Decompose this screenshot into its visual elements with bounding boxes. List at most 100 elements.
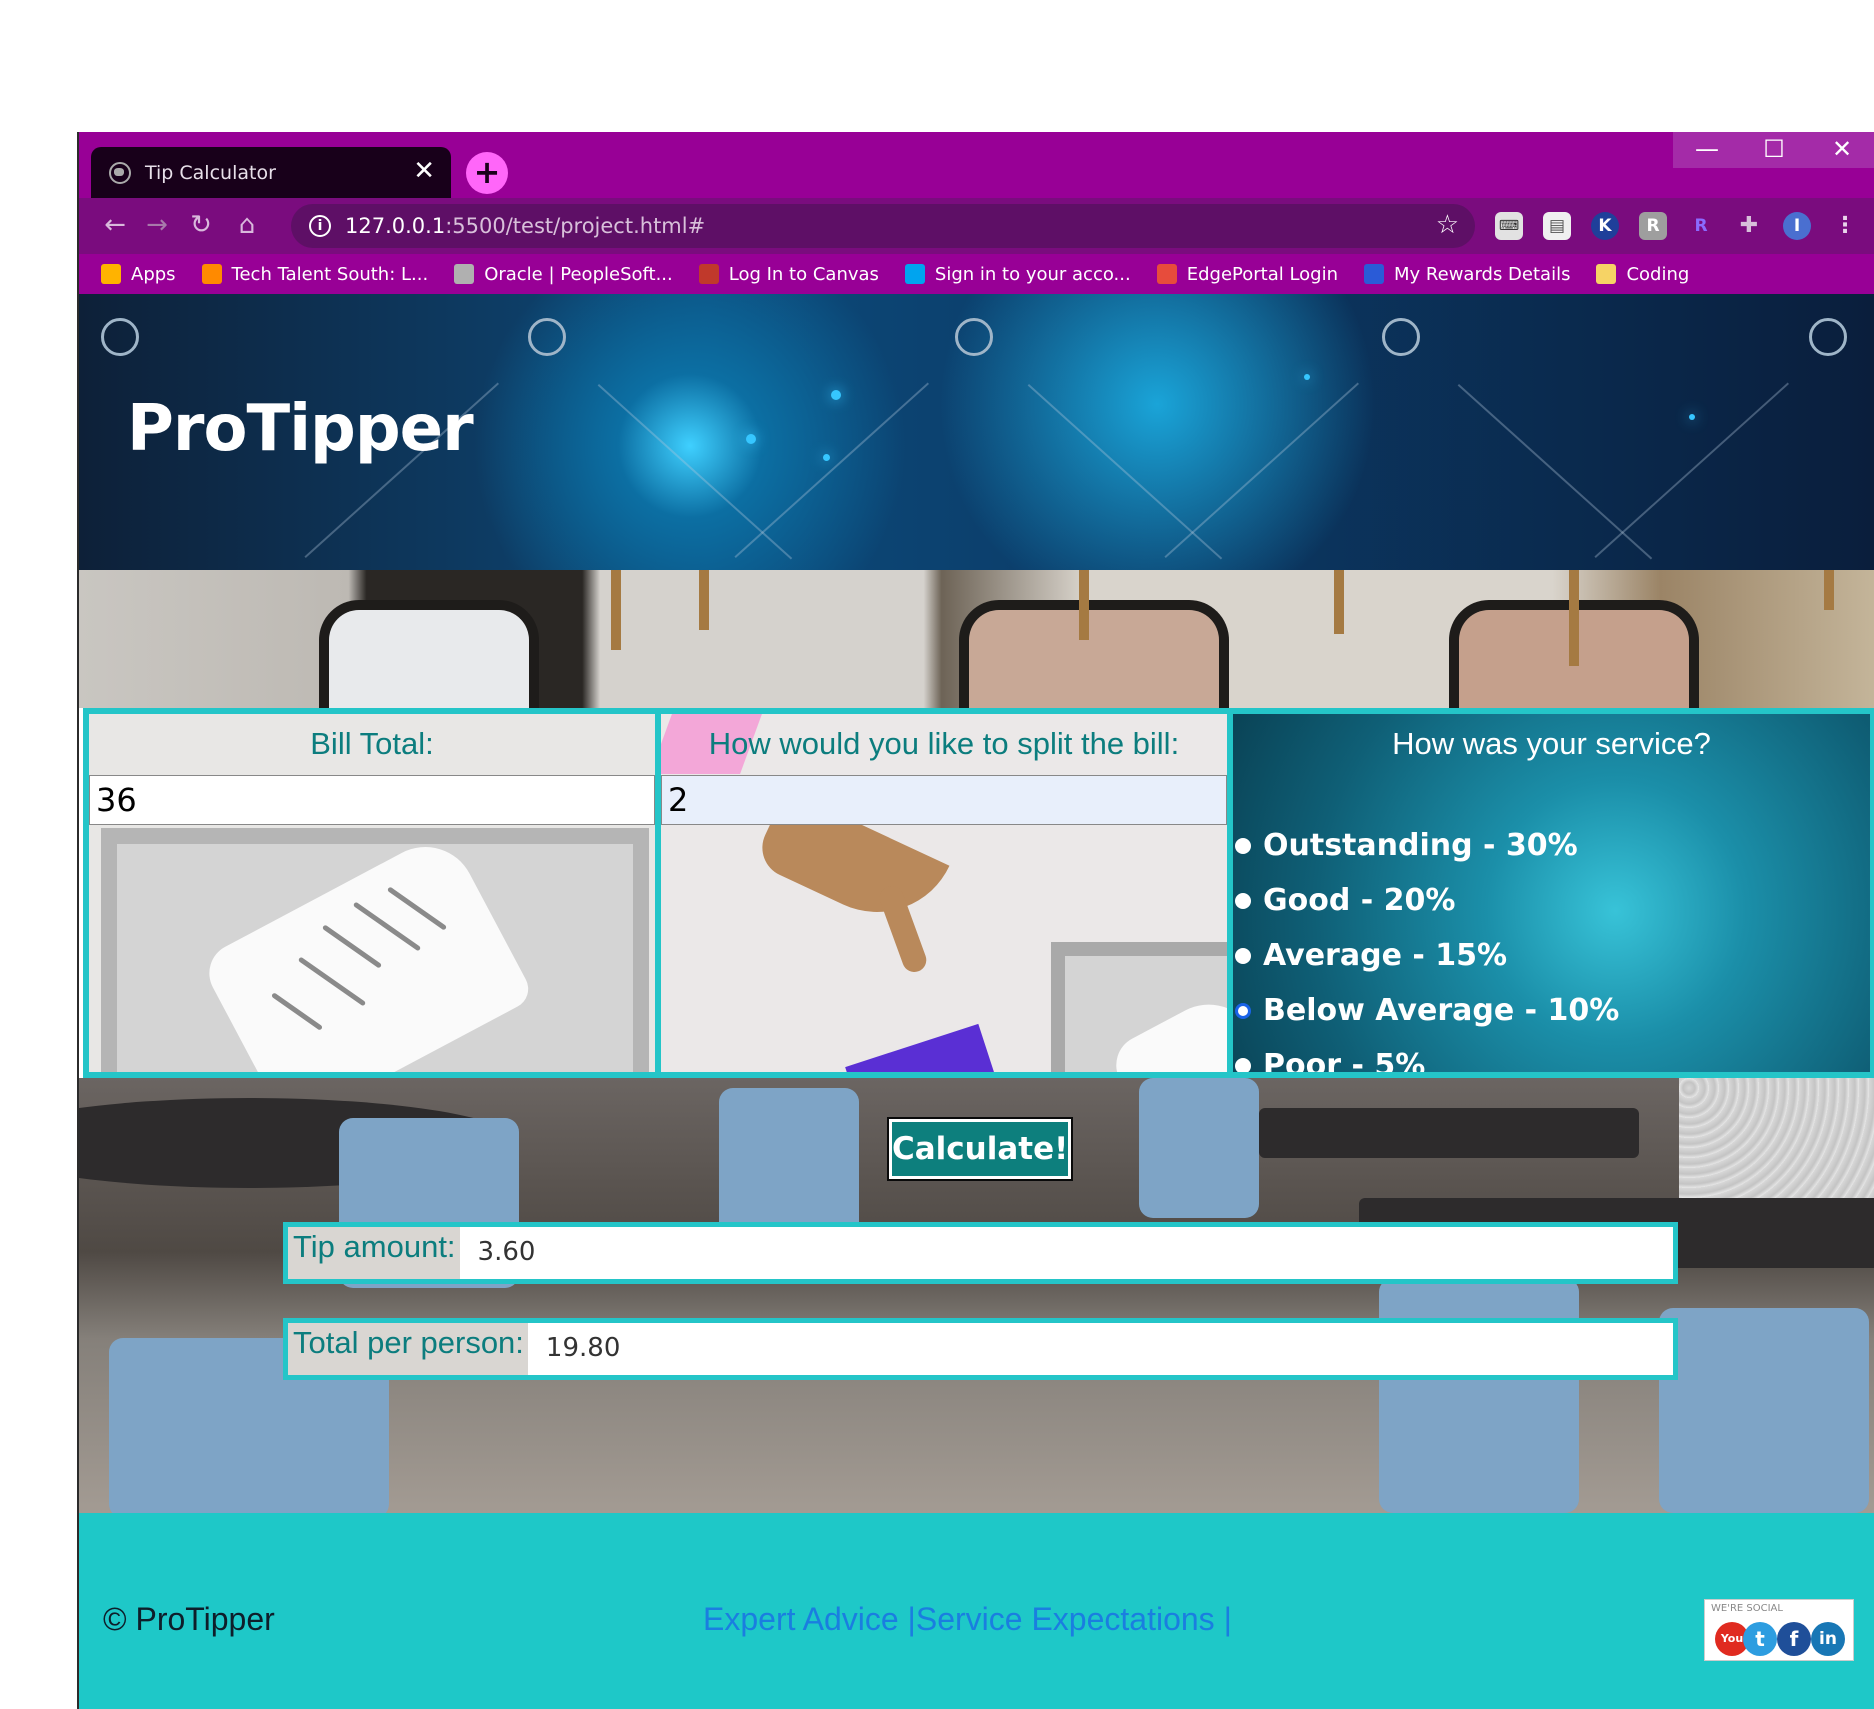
decor-star	[1304, 374, 1310, 380]
pendant-light	[1334, 570, 1344, 634]
footer-links[interactable]: Expert Advice |Service Expectations |	[703, 1601, 1232, 1638]
linkedin-icon[interactable]: in	[1811, 1622, 1845, 1656]
service-option-label: Average - 15%	[1263, 938, 1508, 973]
decor-line	[1164, 382, 1359, 558]
close-tab-icon[interactable]: ✕	[413, 158, 435, 184]
bookmark-item[interactable]: Oracle | PeopleSoft...	[454, 264, 673, 285]
canvas-icon	[698, 264, 719, 284]
bookmark-label: Coding	[1626, 263, 1690, 285]
extensions-puzzle-icon[interactable]: ✚	[1735, 212, 1763, 240]
tip-amount-row: Tip amount: 3.60	[283, 1222, 1678, 1284]
radio-icon[interactable]	[1235, 1057, 1251, 1072]
bookmark-label: Sign in to your acco...	[934, 263, 1131, 285]
service-option-label: Good - 20%	[1263, 883, 1456, 918]
grammar-extension-icon[interactable]: R	[1639, 212, 1667, 240]
profile-avatar-icon[interactable]: I	[1783, 212, 1811, 240]
total-per-person-row: Total per person: 19.80	[283, 1318, 1678, 1380]
facebook-icon[interactable]: f	[1777, 1622, 1811, 1656]
service-option[interactable]: Outstanding - 30%	[1235, 818, 1870, 873]
chair-shape	[719, 1088, 859, 1238]
bill-total-panel: Bill Total:	[89, 714, 655, 1072]
bookmarks-bar: Apps Tech Talent South: L... Oracle | Peop…	[79, 254, 1874, 294]
receipt-illustration	[101, 828, 649, 1072]
globe-icon	[454, 264, 475, 284]
reload-icon[interactable]: ↻	[183, 210, 219, 240]
k-extension-icon[interactable]: K	[1591, 212, 1619, 240]
pendant-light	[611, 570, 621, 650]
decor-circle-icon	[101, 318, 139, 356]
site-info-icon[interactable]: i	[309, 215, 331, 237]
back-icon[interactable]: ←	[97, 210, 133, 240]
tab-tip-calculator[interactable]: Tip Calculator ✕	[91, 147, 451, 198]
address-bar[interactable]: i 127.0.0.1:5500/test/project.html# ☆	[291, 204, 1475, 248]
table-shape	[1259, 1108, 1639, 1158]
forward-icon[interactable]: →	[139, 210, 175, 240]
bookmark-item[interactable]: EdgePortal Login	[1156, 263, 1339, 285]
new-tab-button[interactable]: +	[466, 152, 508, 194]
page-content: ProTipper Bill Total: 36 How would you l…	[79, 294, 1874, 1709]
window-arch	[319, 600, 539, 708]
split-bill-heading: How would you like to split the bill:	[708, 726, 1180, 761]
twitter-icon[interactable]: t	[1743, 1622, 1777, 1656]
calculator-panels: Bill Total: How would you like to split …	[83, 708, 1874, 1078]
radio-icon[interactable]	[1235, 892, 1251, 909]
service-option-label: Poor - 5%	[1263, 1048, 1426, 1072]
decor-line	[1594, 382, 1789, 558]
radio-selected-icon[interactable]	[1235, 1002, 1251, 1019]
r-extension-icon[interactable]: R	[1687, 212, 1715, 240]
minimize-icon[interactable]: —	[1673, 132, 1741, 168]
hero-banner: ProTipper	[79, 294, 1874, 570]
decor-circle-icon	[1382, 318, 1420, 356]
total-per-person-label: Total per person:	[288, 1323, 528, 1375]
chair-shape	[1659, 1308, 1869, 1513]
menu-kebab-icon[interactable]: ⋮	[1831, 212, 1859, 240]
service-option[interactable]: Good - 20%	[1235, 873, 1870, 928]
citi-icon	[1364, 264, 1385, 284]
close-window-icon[interactable]: ✕	[1808, 132, 1874, 168]
tip-amount-label: Tip amount:	[288, 1227, 460, 1279]
radio-icon[interactable]	[1235, 947, 1251, 964]
bookmark-label: Apps	[131, 263, 176, 285]
social-badge[interactable]: WE'RE SOCIAL You t f in	[1704, 1599, 1854, 1661]
service-option[interactable]: Below Average - 10%	[1235, 983, 1870, 1038]
home-icon[interactable]: ⌂	[229, 210, 265, 240]
pendant-light	[1824, 570, 1834, 610]
browser-window: Tip Calculator ✕ + — ☐ ✕ ← → ↻ ⌂ i 127.0…	[77, 132, 1874, 1709]
bookmark-label: EdgePortal Login	[1186, 263, 1339, 285]
decor-star	[831, 390, 841, 400]
chair-shape	[1139, 1078, 1259, 1218]
bookmark-item[interactable]: Log In to Canvas	[698, 264, 879, 285]
maximize-icon[interactable]: ☐	[1740, 132, 1808, 168]
decor-star	[746, 434, 756, 444]
bookmark-star-icon[interactable]: ☆	[1436, 210, 1459, 240]
service-heading: How was your service?	[1392, 726, 1711, 761]
service-option[interactable]: Poor - 5%	[1235, 1038, 1870, 1072]
bookmark-item[interactable]: Sign in to your acco...	[904, 263, 1131, 285]
service-option-label: Outstanding - 30%	[1263, 828, 1578, 863]
bill-total-input[interactable]	[89, 775, 655, 825]
chair-shape	[1379, 1278, 1579, 1513]
bookmark-item[interactable]: Tech Talent South: L...	[201, 264, 428, 285]
url-path: :5500/test/project.html#	[445, 214, 706, 238]
credit-card-illustration	[845, 1023, 997, 1072]
document-extension-icon[interactable]: ▤	[1543, 212, 1571, 240]
keyboard-extension-icon[interactable]: ⌨	[1495, 212, 1523, 240]
tip-amount-output: 3.60	[459, 1227, 1673, 1279]
bookmark-item[interactable]: Coding	[1596, 264, 1689, 285]
bookmark-item[interactable]: Apps	[101, 264, 176, 285]
site-logo: ProTipper	[127, 392, 474, 466]
apps-grid-icon	[101, 264, 121, 284]
copyright-text: © ProTipper	[103, 1601, 275, 1637]
social-caption: WE'RE SOCIAL	[1711, 1603, 1783, 1614]
bookmark-item[interactable]: My Rewards Details	[1364, 264, 1570, 285]
url-host: 127.0.0.1	[345, 214, 446, 238]
browser-toolbar: ← → ↻ ⌂ i 127.0.0.1:5500/test/project.ht…	[79, 198, 1874, 254]
folder-icon	[1596, 264, 1617, 284]
calculate-button[interactable]: Calculate!	[887, 1117, 1073, 1181]
microsoft-icon	[904, 264, 925, 284]
service-option[interactable]: Average - 15%	[1235, 928, 1870, 983]
split-count-input[interactable]	[661, 775, 1227, 825]
decor-circle-icon	[528, 318, 566, 356]
radio-icon[interactable]	[1235, 837, 1251, 854]
decor-circle-icon	[1809, 318, 1847, 356]
